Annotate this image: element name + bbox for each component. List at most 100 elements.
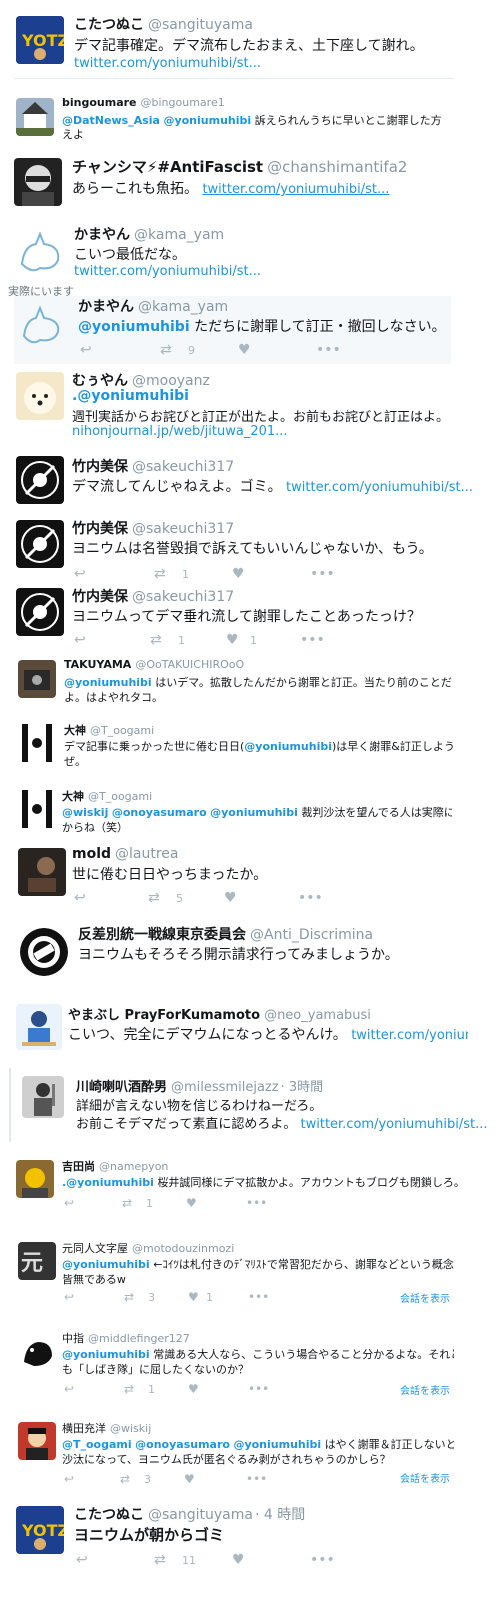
avatar[interactable] <box>18 1332 56 1370</box>
user-name[interactable]: 大神 @T_oogami <box>62 788 152 804</box>
reply-icon[interactable]: ↩ <box>64 1196 74 1210</box>
avatar[interactable]: 元 <box>18 1242 56 1280</box>
user-name[interactable]: かまやん @kama_yam <box>78 296 228 316</box>
tweet[interactable]: 川崎喇叭酒酔男 @milessmilejazz · 3時間 詳細が言えない物を信じる… <box>0 1074 500 1138</box>
tweet[interactable]: 元 元同人文字屋 @motodouzinmozi @yoniumuhibi ←ｺｲ… <box>0 1240 500 1312</box>
tweet[interactable]: かまやん @kama_yam こいつ最低だな。 twitter.com/yoniu… <box>0 222 500 286</box>
user-name[interactable]: 中指 @middlefinger127 <box>62 1330 190 1346</box>
more-icon[interactable]: ••• <box>298 890 323 906</box>
user-name[interactable]: かまやん @kama_yam <box>74 224 224 244</box>
tweet-mention[interactable]: .@yoniumuhibi <box>72 388 500 404</box>
avatar[interactable] <box>16 456 64 504</box>
tweet-link[interactable]: twitter.com/yoniumuhibi/st... <box>301 1117 488 1132</box>
like-icon[interactable]: ♥ <box>184 1472 195 1486</box>
user-name[interactable]: 吉田尚 @namepyon <box>62 1158 168 1174</box>
more-icon[interactable]: ••• <box>248 1290 269 1304</box>
tweet-link[interactable]: twitter.com/yoniumuhibi/st... <box>202 182 389 197</box>
avatar[interactable] <box>16 520 64 568</box>
user-name[interactable]: 川崎喇叭酒酔男 @milessmilejazz · 3時間 <box>76 1076 323 1095</box>
avatar[interactable] <box>22 1076 64 1118</box>
avatar[interactable] <box>18 1422 56 1460</box>
tweet[interactable]: 竹内美保 @sakeuchi317 ヨニウムは名誉毀損で訴えてもいいんじゃないか、… <box>0 518 500 582</box>
reply-icon[interactable]: ↩ <box>74 632 86 648</box>
view-conversation-link[interactable]: 会話を表示 <box>400 1290 450 1305</box>
user-name[interactable]: チャンシマ⚡#AntiFascist @chanshimantifa2 <box>72 156 407 177</box>
retweet-icon[interactable]: ⇄ <box>150 632 162 648</box>
tweet[interactable]: チャンシマ⚡#AntiFascist @chanshimantifa2 あらーこれ… <box>0 152 500 206</box>
avatar[interactable] <box>14 158 62 206</box>
tweet-link[interactable]: twitter.com/yoniumuhibi/st... <box>74 264 261 279</box>
user-name[interactable]: やまぶし PrayForKumamoto @neo_yamabusi <box>68 1004 371 1023</box>
retweet-icon[interactable]: ⇄ <box>124 1382 134 1396</box>
reply-icon[interactable]: ↩ <box>76 1552 88 1568</box>
reply-icon[interactable]: ↩ <box>64 1290 74 1304</box>
avatar[interactable] <box>16 298 68 350</box>
tweet-link[interactable]: twitter.com/yoniumuhibi/st... <box>286 480 473 495</box>
view-conversation-link[interactable]: 会話を表示 <box>400 1470 450 1485</box>
like-icon[interactable]: ♥ <box>188 1290 199 1304</box>
more-icon[interactable]: ••• <box>310 566 335 582</box>
avatar[interactable] <box>14 224 70 278</box>
tweet[interactable]: 吉田尚 @namepyon .@yoniumuhibi 桜井誠同様にデマ拡散かよ。… <box>0 1158 500 1216</box>
tweet[interactable]: 中指 @middlefinger127 @yoniumuhibi 常識ある大人なら… <box>0 1330 500 1400</box>
user-name[interactable]: 竹内美保 @sakeuchi317 <box>72 456 234 476</box>
tweet[interactable]: 竹内美保 @sakeuchi317 ヨニウムってデマ垂れ流して謝罪したことあったっ… <box>0 586 500 650</box>
avatar[interactable] <box>18 724 56 762</box>
tweet-link[interactable]: twitter.com/yoniumuhibi/st... <box>74 56 261 71</box>
tweet[interactable]: 竹内美保 @sakeuchi317 デマ流してんじゃねえよ。ゴミ。 twitter… <box>0 456 500 510</box>
more-icon[interactable]: ••• <box>246 1196 267 1210</box>
retweet-icon[interactable]: ⇄ <box>154 1552 166 1568</box>
user-name[interactable]: むぅやん @mooyanz <box>72 370 210 390</box>
reply-icon[interactable]: ↩ <box>64 1382 74 1396</box>
tweet[interactable]: bingoumare @bingoumare1 @DatNews_Asia @yo… <box>0 92 500 142</box>
avatar[interactable]: YOTZ <box>16 1506 64 1554</box>
avatar[interactable] <box>16 372 64 420</box>
user-name[interactable]: こたつぬこ @sangituyama <box>74 14 253 34</box>
avatar[interactable] <box>18 790 56 828</box>
user-name[interactable]: mold @lautrea <box>72 846 179 862</box>
avatar[interactable]: YOTZ <box>16 16 64 64</box>
tweet[interactable]: 反差別統一戦線東京委員会 @Anti_Discrimina ヨニウムもそろそろ開示… <box>0 924 500 980</box>
tweet[interactable]: YOTZ こたつぬこ @sangituyama · 4 時間 ヨニウムが朝からゴミ … <box>0 1504 500 1600</box>
tweet-link[interactable]: nihonjournal.jp/web/jituwa_201... <box>72 424 288 439</box>
like-icon[interactable]: ♥ <box>186 1196 197 1210</box>
retweet-icon[interactable]: ⇄ <box>122 1196 132 1210</box>
like-icon[interactable]: ♥ <box>232 566 245 582</box>
user-name[interactable]: 元同人文字屋 @motodouzinmozi <box>62 1240 234 1256</box>
view-conversation-link[interactable]: 会話を表示 <box>400 1382 450 1397</box>
retweet-icon[interactable]: ⇄ <box>124 1290 134 1304</box>
more-icon[interactable]: ••• <box>248 1382 269 1396</box>
user-name[interactable]: TAKUYAMA @OoTAKUICHIROoO <box>64 658 244 671</box>
user-name[interactable]: 大神 @T_oogami <box>64 722 154 738</box>
tweet[interactable]: mold @lautrea 世に倦む日日やっちまったか。 ↩ ⇄ 5 ♥ ••• <box>0 846 500 908</box>
avatar[interactable] <box>16 588 64 636</box>
more-icon[interactable]: ••• <box>300 632 325 648</box>
retweet-icon[interactable]: ⇄ <box>160 342 172 358</box>
tweet[interactable]: TAKUYAMA @OoTAKUICHIROoO @yoniumuhibi はいデ… <box>0 658 500 710</box>
more-icon[interactable]: ••• <box>316 342 341 358</box>
like-icon[interactable]: ♥ <box>232 1552 245 1568</box>
like-icon[interactable]: ♥ <box>226 632 239 648</box>
reply-icon[interactable]: ↩ <box>64 1472 74 1486</box>
more-icon[interactable]: ••• <box>310 1552 335 1568</box>
tweet[interactable]: 大神 @T_oogami デマ記事に乗っかった世に倦む日日(@yoniumuhib… <box>0 722 500 774</box>
tweet-link[interactable]: twitter.com/yoniumuhibi/s <box>351 1028 468 1043</box>
tweet[interactable]: かまやん @kama_yam @yoniumuhibi ただちに謝罪して訂正・撤回… <box>0 296 500 364</box>
user-name[interactable]: bingoumare @bingoumare1 <box>62 96 225 109</box>
tweet[interactable]: YOTZ こたつぬこ @sangituyama デマ記事確定。デマ流布したおまえ、… <box>0 8 500 78</box>
avatar[interactable] <box>16 1160 54 1198</box>
user-name[interactable]: 竹内美保 @sakeuchi317 <box>72 586 234 606</box>
tweet[interactable]: 大神 @T_oogami @wiskij @onoyasumaro @yonium… <box>0 788 500 838</box>
like-icon[interactable]: ♥ <box>224 890 237 906</box>
user-name[interactable]: 横田充洋 @wiskij <box>62 1420 151 1436</box>
tweet[interactable]: やまぶし PrayForKumamoto @neo_yamabusi こいつ、完全… <box>0 1002 500 1062</box>
reply-icon[interactable]: ↩ <box>74 566 86 582</box>
like-icon[interactable]: ♥ <box>188 1382 199 1396</box>
like-icon[interactable]: ♥ <box>238 342 251 358</box>
avatar[interactable] <box>16 1004 62 1050</box>
user-name[interactable]: こたつぬこ @sangituyama · 4 時間 <box>74 1504 305 1524</box>
retweet-icon[interactable]: ⇄ <box>120 1472 130 1486</box>
avatar[interactable] <box>18 848 66 896</box>
avatar[interactable] <box>20 928 68 976</box>
reply-icon[interactable]: ↩ <box>80 342 92 358</box>
